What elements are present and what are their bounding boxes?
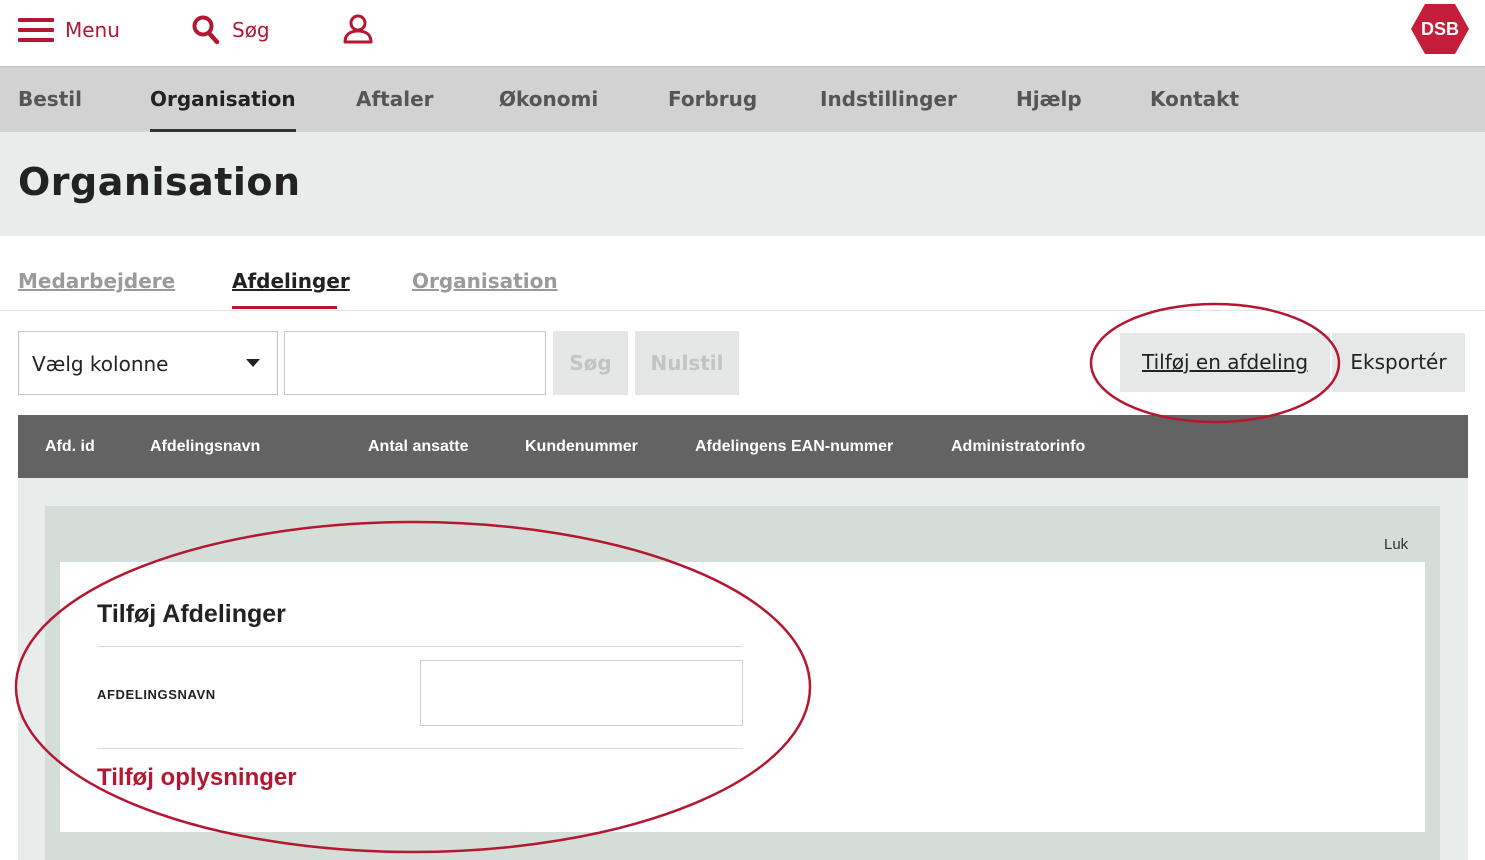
department-name-label: AFDELINGSNAVN bbox=[97, 687, 216, 702]
department-name-input[interactable] bbox=[420, 660, 743, 726]
column-header-antal-ansatte[interactable]: Antal ansatte bbox=[368, 415, 468, 478]
column-header-kundenummer[interactable]: Kundenummer bbox=[525, 415, 638, 478]
nav-item-forbrug[interactable]: Forbrug bbox=[668, 67, 757, 133]
sub-tabs: Medarbejdere Afdelinger Organisation bbox=[0, 236, 1485, 311]
table-header: Afd. id Afdelingsnavn Antal ansatte Kund… bbox=[18, 415, 1468, 478]
top-bar: Menu Søg DSB bbox=[0, 0, 1485, 66]
nav-item-organisation[interactable]: Organisation bbox=[150, 67, 296, 133]
add-info-link[interactable]: Tilføj oplysninger bbox=[97, 764, 297, 792]
menu-label: Menu bbox=[65, 18, 120, 42]
add-department-button[interactable]: Tilføj en afdeling bbox=[1120, 333, 1330, 392]
caret-down-icon bbox=[246, 359, 260, 367]
reset-button[interactable]: Nulstil bbox=[635, 331, 739, 395]
column-select[interactable]: Vælg kolonne bbox=[18, 331, 278, 395]
column-header-ean-nummer[interactable]: Afdelingens EAN-nummer bbox=[695, 415, 893, 478]
close-panel-link[interactable]: Luk bbox=[1384, 536, 1408, 553]
main-nav: Bestil Organisation Aftaler Økonomi Forb… bbox=[0, 66, 1485, 132]
column-header-afdelingsnavn[interactable]: Afdelingsnavn bbox=[150, 415, 260, 478]
active-tab-indicator bbox=[232, 306, 337, 309]
user-button[interactable] bbox=[342, 14, 374, 48]
nav-item-bestil[interactable]: Bestil bbox=[18, 67, 82, 133]
panel-title: Tilføj Afdelinger bbox=[97, 600, 286, 628]
search-label: Søg bbox=[232, 18, 270, 42]
hamburger-icon bbox=[18, 17, 54, 43]
user-icon bbox=[343, 14, 373, 44]
nav-item-hjaelp[interactable]: Hjælp bbox=[1016, 67, 1082, 133]
logo-text: DSB bbox=[1421, 19, 1459, 39]
column-select-value: Vælg kolonne bbox=[32, 352, 169, 376]
search-input[interactable] bbox=[284, 331, 546, 395]
nav-item-kontakt[interactable]: Kontakt bbox=[1150, 67, 1239, 133]
menu-button[interactable]: Menu bbox=[18, 14, 120, 46]
search-icon bbox=[192, 15, 220, 45]
divider bbox=[97, 646, 743, 647]
export-button[interactable]: Eksportér bbox=[1332, 333, 1465, 392]
nav-item-indstillinger[interactable]: Indstillinger bbox=[820, 67, 957, 133]
nav-item-okonomi[interactable]: Økonomi bbox=[499, 67, 598, 133]
search-button[interactable]: Søg bbox=[192, 14, 270, 46]
page-title: Organisation bbox=[18, 160, 301, 204]
column-header-administratorinfo[interactable]: Administratorinfo bbox=[951, 415, 1085, 478]
column-header-afd-id[interactable]: Afd. id bbox=[45, 415, 95, 478]
tab-afdelinger[interactable]: Afdelinger bbox=[232, 269, 350, 293]
dsb-logo[interactable]: DSB bbox=[1411, 4, 1469, 54]
page-header: Organisation bbox=[0, 132, 1485, 236]
search-submit-button[interactable]: Søg bbox=[553, 331, 628, 395]
tab-organisation[interactable]: Organisation bbox=[412, 269, 558, 293]
nav-item-aftaler[interactable]: Aftaler bbox=[356, 67, 434, 133]
tab-medarbejdere[interactable]: Medarbejdere bbox=[18, 269, 175, 293]
divider bbox=[97, 748, 743, 749]
